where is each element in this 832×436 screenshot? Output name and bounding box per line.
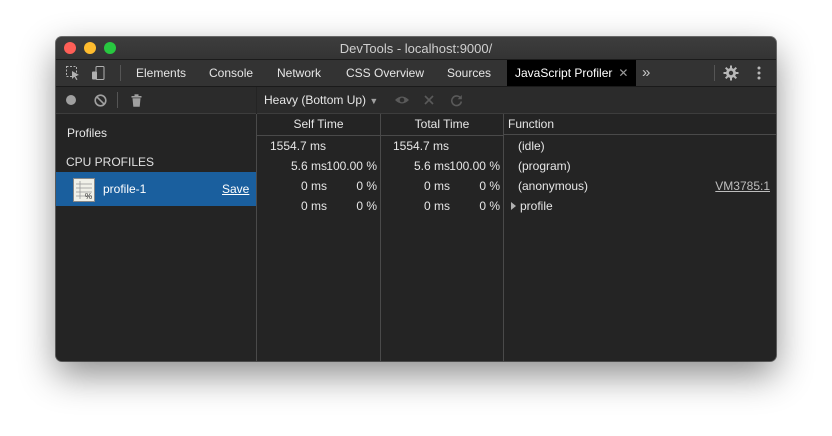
- more-tabs-icon[interactable]: »: [642, 60, 650, 86]
- self-time-ms: 0 ms: [300, 199, 327, 213]
- chevron-down-icon: ▼: [369, 96, 379, 106]
- close-icon[interactable]: [424, 87, 434, 113]
- clear-icon[interactable]: [94, 87, 107, 113]
- function-header[interactable]: Function: [504, 114, 776, 135]
- self-time-percent: 0 %: [356, 179, 377, 193]
- gear-icon[interactable]: [723, 60, 739, 86]
- self-time-ms: 0 ms: [300, 179, 327, 193]
- self-time-percent: 100.00 %: [326, 159, 377, 173]
- expand-arrow-icon[interactable]: [511, 202, 516, 210]
- total-time-ms: 5.6 ms: [413, 159, 450, 173]
- view-mode-select[interactable]: Heavy (Bottom Up) ▼: [264, 93, 378, 107]
- profiles-toolbar: [56, 87, 256, 114]
- profile-view-toolbar: Heavy (Bottom Up) ▼: [257, 87, 776, 114]
- more-options-icon[interactable]: [753, 60, 765, 86]
- save-profile-link[interactable]: Save: [222, 182, 249, 196]
- function-cell: profile: [511, 196, 553, 216]
- tab-elements[interactable]: Elements: [136, 60, 186, 86]
- view-mode-value: Heavy (Bottom Up): [264, 93, 367, 107]
- self-time-percent: 0 %: [356, 199, 377, 213]
- function-name: profile: [520, 199, 553, 213]
- total-time-ms: 1554.7 ms: [393, 139, 450, 153]
- profile-icon: %: [73, 178, 95, 202]
- column-divider: [503, 114, 504, 361]
- function-name: (idle): [518, 139, 545, 153]
- profile-name: profile-1: [103, 182, 147, 196]
- self-time-ms: 1554.7 ms: [270, 139, 327, 153]
- profiles-sidebar: Profiles CPU PROFILES % profile-1 Save: [56, 114, 257, 361]
- tab-javascript-profiler[interactable]: JavaScript Profiler ✕: [507, 60, 637, 86]
- window-title: DevTools - localhost:9000/: [339, 41, 493, 56]
- tab-sources[interactable]: Sources: [447, 60, 491, 86]
- inspect-element-icon[interactable]: [65, 60, 81, 86]
- tab-network[interactable]: Network: [277, 60, 321, 86]
- column-divider: [380, 114, 381, 361]
- profiles-heading[interactable]: Profiles: [67, 126, 107, 140]
- self-time-header[interactable]: Self Time: [257, 114, 380, 136]
- svg-text:%: %: [85, 192, 92, 201]
- eye-icon[interactable]: [394, 87, 410, 113]
- devtools-window: DevTools - localhost:9000/ Elements Cons…: [56, 37, 776, 361]
- tab-javascript-profiler-label: JavaScript Profiler: [515, 66, 613, 80]
- total-time-percent: 0 %: [479, 199, 500, 213]
- toolbar-divider: [714, 65, 715, 81]
- function-name: (program): [518, 159, 571, 173]
- function-name: (anonymous): [518, 179, 589, 193]
- total-time-ms: 0 ms: [423, 199, 450, 213]
- total-time-percent: 100.00 %: [449, 159, 500, 173]
- total-time-percent: 0 %: [479, 179, 500, 193]
- self-time-ms: 5.6 ms: [290, 159, 327, 173]
- tab-console[interactable]: Console: [209, 60, 253, 86]
- record-icon[interactable]: [65, 87, 77, 113]
- total-time-header[interactable]: Total Time: [381, 114, 503, 136]
- trash-icon[interactable]: [131, 87, 142, 113]
- total-time-ms: 0 ms: [423, 179, 450, 193]
- profile-list-item[interactable]: % profile-1 Save: [56, 172, 256, 206]
- device-toolbar-icon[interactable]: [90, 60, 106, 86]
- title-bar: DevTools - localhost:9000/: [56, 37, 776, 60]
- source-link[interactable]: VM3785:1: [677, 176, 770, 196]
- cpu-profiles-heading: CPU PROFILES: [66, 155, 155, 169]
- toolbar-divider: [120, 65, 121, 81]
- reload-icon[interactable]: [450, 87, 463, 113]
- close-tab-icon[interactable]: ✕: [618, 66, 628, 80]
- profile-data-grid: Self Time Total Time Function 1554.7 ms …: [257, 114, 776, 361]
- tab-css-overview[interactable]: CSS Overview: [346, 60, 424, 86]
- toolbar-divider: [117, 92, 118, 108]
- panel-tab-bar: Elements Console Network CSS Overview So…: [56, 60, 776, 87]
